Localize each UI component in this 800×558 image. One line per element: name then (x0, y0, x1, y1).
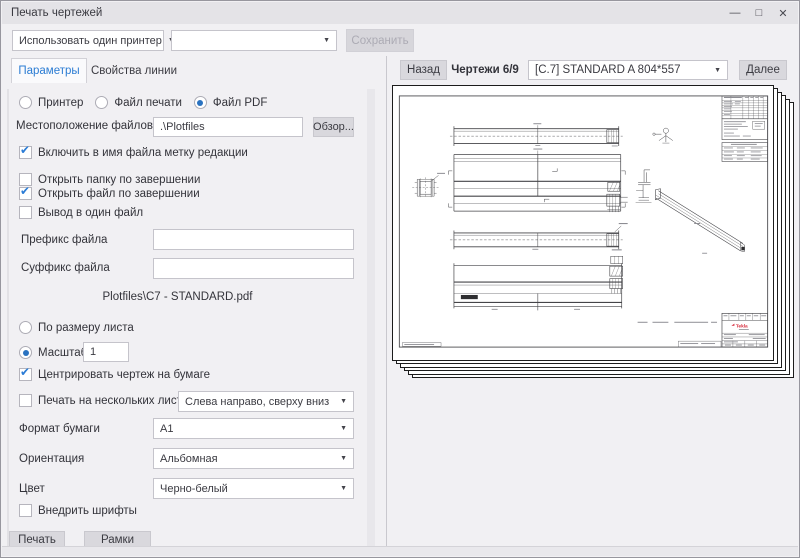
checkbox-open-folder[interactable]: Открыть папку по завершении (19, 173, 200, 186)
checkbox-include-revision-mark[interactable]: ✔ Включить в имя файла метку редакции (19, 143, 248, 159)
scale-input[interactable]: 1 (83, 342, 129, 362)
title-bar: Печать чертежей (2, 2, 798, 24)
checkbox-box (19, 206, 32, 219)
file-location-input[interactable]: .\Plotfiles (153, 117, 303, 137)
preset-combobox[interactable]: ▼ (171, 30, 337, 51)
radio-circle (19, 96, 32, 109)
checkbox-box: ✔ (19, 184, 32, 200)
file-location-label: Местоположение файлов (16, 120, 153, 132)
chevron-down-icon: ▼ (340, 398, 347, 405)
browse-button[interactable]: Обзор... (313, 117, 354, 137)
back-button[interactable]: Назад (400, 60, 447, 80)
beam-front-view (448, 150, 628, 213)
printer-mode-dropdown[interactable]: Использовать один принтер ▼ (12, 30, 175, 51)
file-suffix-label: Суффикс файла (21, 262, 110, 274)
chevron-down-icon: ▼ (714, 66, 721, 74)
drawings-counter: Чертежи 6/9 (451, 64, 519, 76)
checkbox-multiple-sheets[interactable]: Печать на нескольких листах (19, 394, 194, 407)
window-title: Печать чертежей (11, 7, 103, 19)
drawing-preview-svg: Tekla (398, 95, 769, 348)
orientation-label: Ориентация (19, 453, 85, 465)
table-text (723, 96, 764, 160)
tekla-logo: Tekla (731, 323, 749, 330)
checkbox-box: ✔ (19, 365, 32, 381)
beam-bottom-view (453, 256, 624, 311)
minimize-button[interactable]: — (725, 7, 745, 19)
svg-text:Tekla: Tekla (736, 324, 748, 330)
chevron-down-icon: ▼ (340, 455, 347, 462)
erection-mark-symbol (652, 127, 673, 144)
radio-scale[interactable]: Масштаб (19, 346, 87, 359)
paper-size-select[interactable]: A1 ▼ (153, 418, 354, 439)
radio-pdf-file[interactable]: Файл PDF (193, 96, 267, 109)
checkbox-box (19, 504, 32, 517)
drawing-preview: Tekla (392, 85, 774, 361)
filename-preview: Plotfiles\C7 - STANDARD.pdf (102, 291, 253, 303)
checkbox-center-drawing[interactable]: ✔ Центрировать чертеж на бумаге (19, 365, 210, 381)
check-icon: ✔ (20, 184, 31, 198)
status-strip (2, 546, 798, 556)
file-prefix-label: Префикс файла (21, 234, 108, 246)
bottom-strip (678, 340, 722, 348)
paper-size-label: Формат бумаги (19, 423, 100, 435)
end-plate-section (412, 175, 440, 199)
bottom-annotation (637, 321, 718, 323)
close-button[interactable]: ✕ (773, 7, 793, 20)
checkbox-single-file[interactable]: Вывод в один файл (19, 206, 143, 219)
scrollbar[interactable] (367, 89, 375, 546)
radio-dot (22, 349, 29, 356)
color-select[interactable]: Черно-белый ▼ (153, 478, 354, 499)
maximize-button[interactable]: □ (749, 7, 769, 19)
left-gutter (7, 89, 9, 546)
drawing-select-value: [C.7] STANDARD A 804*557 (535, 64, 681, 76)
file-prefix-input[interactable] (153, 229, 354, 250)
tab-parameters[interactable]: Параметры (11, 58, 87, 83)
radio-fit-to-paper[interactable]: По размеру листа (19, 321, 134, 334)
check-icon: ✔ (20, 143, 31, 157)
isometric-view (655, 188, 745, 253)
output-type-radios: Принтер Файл печати Файл PDF (19, 96, 267, 109)
orientation-select[interactable]: Альбомная ▼ (153, 448, 354, 469)
save-button[interactable]: Сохранить (346, 29, 414, 52)
bracket-section (635, 169, 652, 203)
beam-top-view (449, 125, 623, 147)
radio-dot (197, 99, 204, 106)
checkbox-box: ✔ (19, 143, 32, 159)
radio-circle (19, 321, 32, 334)
panel-splitter[interactable] (386, 56, 387, 549)
next-button[interactable]: Далее (739, 60, 787, 80)
chevron-down-icon: ▼ (340, 425, 347, 432)
beam-section-row (449, 225, 623, 250)
drawing-select[interactable]: [C.7] STANDARD A 804*557 ▼ (528, 60, 728, 80)
tab-line-properties[interactable]: Свойства линии (87, 58, 181, 83)
chevron-down-icon: ▼ (340, 485, 347, 492)
radio-circle (95, 96, 109, 109)
printer-mode-value: Использовать один принтер (19, 34, 162, 47)
check-icon: ✔ (20, 365, 31, 379)
sheet-order-select[interactable]: Слева направо, сверху вниз ▼ (178, 391, 354, 412)
file-suffix-input[interactable] (153, 258, 354, 279)
radio-printer[interactable]: Принтер (19, 96, 83, 109)
chevron-down-icon: ▼ (323, 37, 330, 44)
radio-circle (193, 96, 207, 109)
bottom-left-strip (402, 342, 442, 347)
checkbox-embed-fonts[interactable]: Внедрить шрифты (19, 504, 137, 517)
radio-print-file[interactable]: Файл печати (95, 96, 182, 109)
checkbox-box (19, 394, 32, 407)
color-label: Цвет (19, 483, 45, 495)
checkbox-open-file[interactable]: ✔ Открыть файл по завершении (19, 184, 200, 200)
dialog-window: Печать чертежей — □ ✕ Использовать один … (0, 0, 800, 558)
radio-circle (19, 346, 32, 359)
